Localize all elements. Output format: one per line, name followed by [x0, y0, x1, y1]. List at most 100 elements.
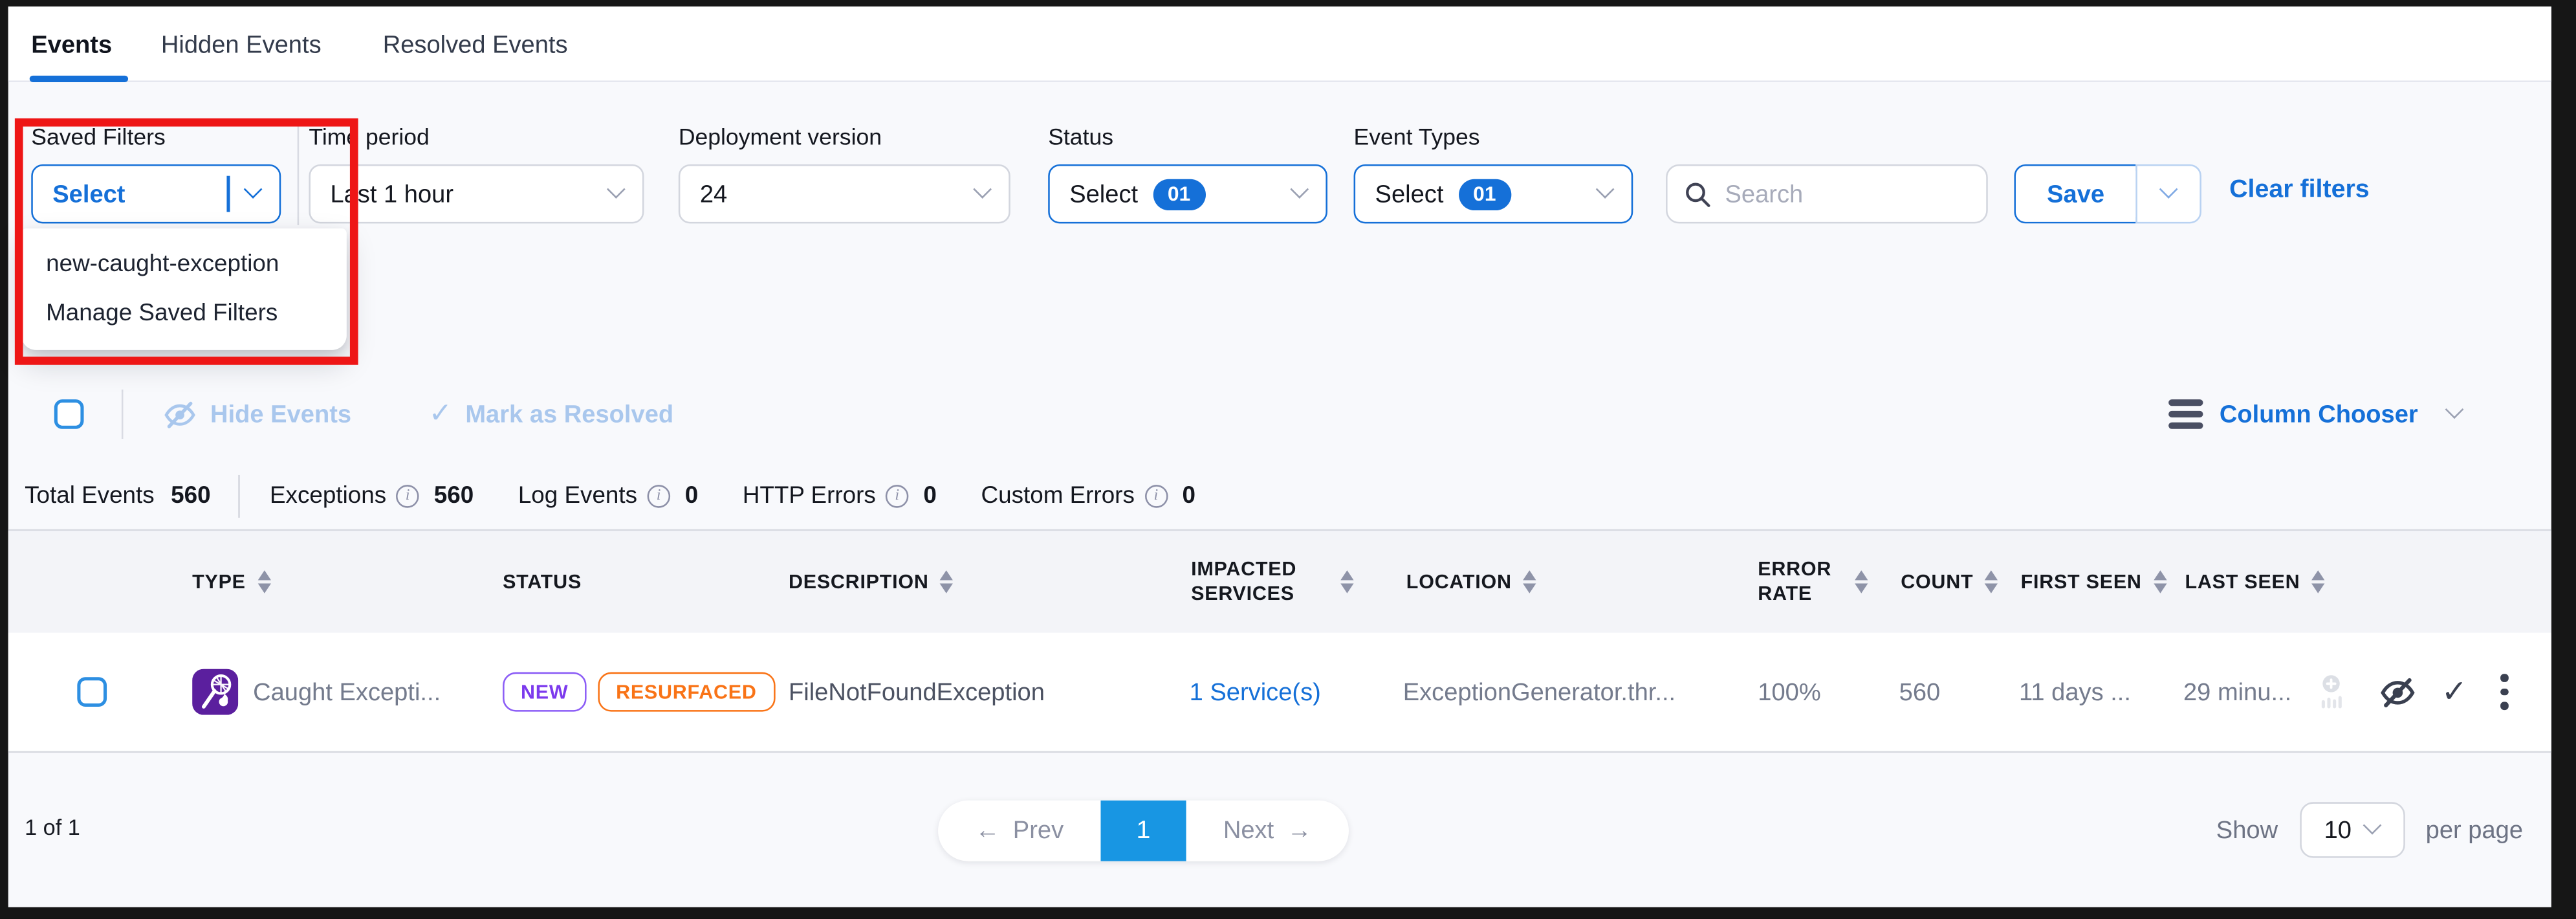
chevron-down-icon [2364, 816, 2383, 835]
description-cell: FileNotFoundException [789, 633, 1045, 751]
event-types-label: Event Types [1354, 123, 1480, 149]
bulk-actions-divider [122, 390, 124, 439]
tab-resolved-events-label: Resolved Events [383, 30, 568, 58]
select-divider [227, 176, 230, 212]
status-count-badge: 01 [1153, 179, 1205, 210]
active-tab-underline [30, 76, 128, 82]
sort-icon[interactable] [2311, 570, 2324, 594]
chevron-down-icon[interactable] [244, 180, 263, 199]
sort-icon[interactable] [1523, 570, 1536, 594]
stat-value: 560 [434, 483, 474, 510]
prev-label: Prev [1013, 817, 1064, 845]
search-input[interactable] [1725, 180, 1969, 208]
page-size-select[interactable]: 10 [2299, 802, 2405, 858]
column-header-count[interactable]: COUNT [1901, 531, 1998, 632]
sort-icon[interactable] [1985, 570, 1998, 594]
sort-icon[interactable] [1855, 570, 1868, 594]
tab-bar: Events Hidden Events Resolved Events [8, 6, 2551, 82]
page-summary: 1 of 1 [25, 815, 80, 840]
select-all-checkbox[interactable] [54, 399, 84, 429]
saved-filters-label: Saved Filters [31, 123, 165, 149]
time-period-select[interactable]: Last 1 hour [309, 164, 644, 223]
chevron-down-icon [1290, 180, 1309, 199]
search-icon [1684, 180, 1712, 208]
eye-slash-icon [162, 397, 197, 431]
metrics-cell [2317, 633, 2346, 751]
column-header-location[interactable]: LOCATION [1406, 531, 1536, 632]
info-icon[interactable]: i [886, 485, 909, 508]
hide-events-label: Hide Events [210, 400, 351, 428]
clear-filters-link[interactable]: Clear filters [2229, 176, 2370, 206]
next-label: Next [1223, 817, 1274, 845]
stat-label: Log Events [518, 483, 637, 510]
saved-filters-menu-item[interactable]: new-caught-exception [21, 245, 347, 284]
sort-icon[interactable] [257, 570, 270, 594]
chart-plus-icon[interactable] [2317, 674, 2346, 710]
save-split-button: Save [2014, 164, 2201, 223]
stat-log-events: Log Events i 0 [518, 483, 698, 510]
first-seen-cell: 11 days ... [2019, 633, 2131, 751]
filter-group-divider [298, 123, 300, 225]
deployment-version-value: 24 [700, 180, 727, 208]
table-header: TYPE STATUS DESCRIPTION IMPACTED SERVICE… [8, 531, 2551, 632]
sort-icon[interactable] [1340, 570, 1353, 594]
column-chooser-button[interactable]: Column Chooser [2168, 393, 2461, 436]
save-button[interactable]: Save [2014, 164, 2135, 223]
status-select[interactable]: Select 01 [1048, 164, 1327, 223]
sort-icon[interactable] [2153, 570, 2166, 594]
tab-events[interactable]: Events [31, 6, 112, 82]
saved-filters-menu-item[interactable]: Manage Saved Filters [21, 294, 347, 334]
saved-filters-select[interactable]: Select [31, 164, 281, 223]
screenshot-root: Events Hidden Events Resolved Events Sav… [0, 0, 2576, 919]
show-label: Show [2216, 816, 2278, 844]
stats-divider [239, 475, 241, 518]
prev-page-button[interactable]: ← Prev [938, 801, 1100, 861]
saved-filters-value: Select [52, 180, 125, 208]
resolve-action[interactable]: ✓ [2441, 633, 2467, 751]
type-cell: Caught Excepti... [192, 633, 441, 751]
status-value: Select [1069, 180, 1138, 208]
total-events-value: 560 [171, 483, 210, 510]
table-row[interactable]: Caught Excepti... NEW RESURFACED FileNot… [8, 633, 2551, 753]
error-rate-cell: 100% [1758, 633, 1820, 751]
column-header-last-seen[interactable]: LAST SEEN [2185, 531, 2325, 632]
per-page-label: per page [2426, 816, 2523, 844]
info-icon[interactable]: i [647, 485, 670, 508]
caught-exception-icon [192, 669, 238, 715]
row-checkbox-cell [77, 633, 107, 751]
time-period-label: Time period [309, 123, 429, 149]
stat-value: 0 [685, 483, 699, 510]
next-page-button[interactable]: Next → [1186, 801, 1349, 861]
column-header-first-seen[interactable]: FIRST SEEN [2021, 531, 2167, 632]
column-header-error-rate[interactable]: ERROR RATE [1758, 531, 1868, 632]
mark-as-resolved-button[interactable]: ✓ Mark as Resolved [429, 393, 673, 436]
save-button-label: Save [2047, 180, 2104, 208]
row-checkbox[interactable] [77, 677, 107, 707]
tab-hidden-events[interactable]: Hidden Events [161, 6, 322, 82]
impacted-services-link[interactable]: 1 Service(s) [1190, 633, 1321, 751]
main-area: Saved Filters Time period Deployment ver… [8, 84, 2551, 907]
sort-icon[interactable] [940, 570, 953, 594]
count-cell: 560 [1899, 633, 1941, 751]
row-menu-action[interactable] [2500, 633, 2507, 751]
window-frame: Events Hidden Events Resolved Events Sav… [0, 0, 2576, 919]
column-header-type[interactable]: TYPE [192, 531, 270, 632]
stat-label: Custom Errors [981, 483, 1135, 510]
tab-resolved-events[interactable]: Resolved Events [383, 6, 568, 82]
column-header-description[interactable]: DESCRIPTION [789, 531, 954, 632]
hide-event-action[interactable] [2379, 633, 2416, 751]
deployment-version-select[interactable]: 24 [679, 164, 1010, 223]
column-header-impacted-services[interactable]: IMPACTED SERVICES [1191, 531, 1353, 632]
event-types-select[interactable]: Select 01 [1354, 164, 1633, 223]
stat-value: 0 [923, 483, 937, 510]
search-box [1666, 164, 1988, 223]
chevron-down-icon [1596, 180, 1615, 199]
info-icon[interactable]: i [396, 485, 419, 508]
save-menu-button[interactable] [2135, 164, 2201, 223]
info-icon[interactable]: i [1144, 485, 1168, 508]
column-chooser-label: Column Chooser [2220, 400, 2418, 428]
status-badge-new: NEW [503, 672, 586, 712]
hide-events-button[interactable]: Hide Events [162, 393, 351, 436]
current-page-button[interactable]: 1 [1100, 801, 1186, 861]
kebab-menu-icon [2500, 674, 2507, 710]
